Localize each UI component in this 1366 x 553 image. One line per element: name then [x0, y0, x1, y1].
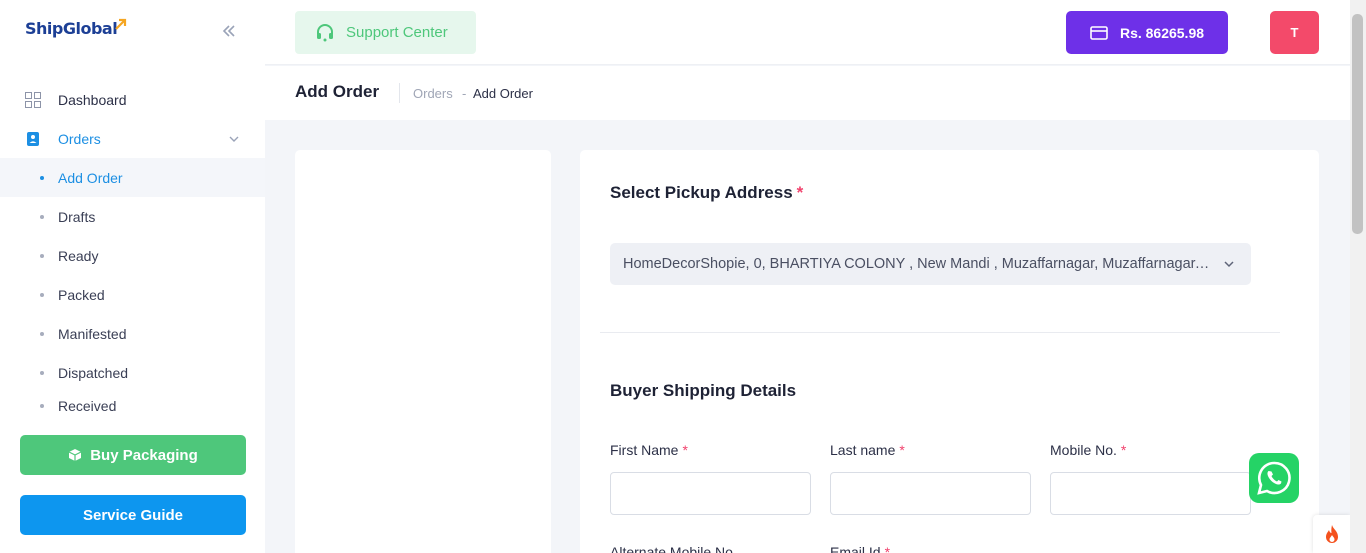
avatar-initial: T — [1290, 25, 1299, 40]
sidebar-nav: Dashboard Orders Add Order Drafts Ready … — [0, 80, 265, 412]
sidebar-subitem-label: Received — [58, 398, 117, 412]
sidebar-subitem-manifested[interactable]: Manifested — [0, 314, 265, 353]
order-form-card: Select Pickup Address * HomeDecorShopie, … — [580, 150, 1319, 553]
breadcrumb-separator: - — [462, 86, 467, 101]
sidebar-subitem-label: Dispatched — [58, 364, 129, 381]
left-panel-card — [295, 150, 551, 553]
service-guide-button[interactable]: Service Guide — [20, 495, 246, 535]
pickup-address-select[interactable]: HomeDecorShopie, 0, BHARTIYA COLONY , Ne… — [610, 243, 1251, 285]
breadcrumb-divider — [399, 83, 400, 103]
flame-icon — [1325, 525, 1338, 543]
breadcrumb-bar: Add Order Orders - Add Order — [265, 66, 1350, 120]
section-divider — [600, 332, 1280, 333]
sidebar-item-dashboard[interactable]: Dashboard — [0, 80, 265, 119]
breadcrumb-current: Add Order — [473, 86, 533, 101]
pickup-address-title-text: Select Pickup Address — [610, 183, 793, 202]
bullet-dot — [40, 370, 44, 375]
bullet-dot — [40, 214, 44, 219]
sidebar-subitem-label: Ready — [58, 247, 99, 264]
bullet-dot — [40, 253, 44, 258]
bullet-dot — [40, 331, 44, 336]
required-mark: * — [884, 544, 891, 553]
bullet-dot — [40, 292, 44, 297]
headset-icon — [317, 23, 333, 41]
required-mark: * — [1120, 442, 1127, 458]
sidebar-subitem-packed[interactable]: Packed — [0, 275, 265, 314]
grid-icon — [25, 91, 41, 108]
buy-packaging-button[interactable]: Buy Packaging — [20, 435, 246, 475]
mobile-no-label: Mobile No. * — [1050, 442, 1126, 458]
last-name-input[interactable] — [830, 472, 1031, 515]
first-name-input[interactable] — [610, 472, 811, 515]
wallet-balance-label: Rs. 86265.98 — [1119, 24, 1205, 41]
sidebar-subitem-label: Add Order — [58, 169, 123, 186]
sidebar: ShipGlobal Dashboard Orders Add Order Dr… — [0, 0, 265, 553]
box-icon — [68, 449, 82, 461]
first-name-label: First Name * — [610, 442, 688, 458]
alternate-mobile-label-text: Alternate Mobile No. — [610, 544, 737, 553]
flame-widget-button[interactable] — [1313, 515, 1350, 553]
chevron-down-icon — [229, 136, 239, 142]
whatsapp-button[interactable] — [1249, 453, 1299, 503]
last-name-label-text: Last name — [830, 442, 896, 458]
bullet-dot — [40, 404, 44, 408]
buy-packaging-label: Buy Packaging — [90, 446, 198, 464]
user-avatar[interactable]: T — [1270, 11, 1319, 54]
contact-book-icon — [25, 131, 41, 147]
required-mark: * — [682, 442, 688, 458]
sidebar-subitem-add-order[interactable]: Add Order — [0, 158, 265, 197]
mobile-no-input[interactable] — [1050, 472, 1251, 515]
topbar: Support Center Rs. 86265.98 T — [265, 0, 1350, 65]
buyer-shipping-title: Buyer Shipping Details — [610, 381, 797, 400]
double-chevron-left-icon[interactable] — [220, 22, 238, 40]
sidebar-subitem-label: Drafts — [58, 208, 96, 225]
sidebar-subitem-ready[interactable]: Ready — [0, 236, 265, 275]
pickup-address-value: HomeDecorShopie, 0, BHARTIYA COLONY , Ne… — [623, 256, 1213, 272]
support-center-button[interactable]: Support Center — [295, 11, 476, 54]
logo-arrow-icon — [115, 18, 127, 30]
email-id-label: Email Id * — [830, 544, 890, 553]
last-name-label: Last name * — [830, 442, 905, 458]
pickup-address-title: Select Pickup Address * — [610, 183, 803, 203]
sidebar-subitem-received[interactable]: Received — [0, 392, 265, 412]
sidebar-subitem-label: Packed — [58, 286, 105, 303]
sidebar-item-label: Dashboard — [58, 91, 127, 108]
email-id-label-text: Email Id — [830, 544, 881, 553]
page-scrollbar-thumb[interactable] — [1352, 14, 1363, 234]
breadcrumb-orders-link[interactable]: Orders — [413, 86, 453, 101]
shipglobal-logo[interactable]: ShipGlobal — [25, 18, 127, 38]
page-title: Add Order — [295, 82, 380, 101]
sidebar-item-orders[interactable]: Orders — [0, 119, 265, 158]
service-guide-label: Service Guide — [82, 506, 184, 524]
sidebar-item-label: Orders — [58, 130, 101, 147]
alternate-mobile-label: Alternate Mobile No. — [610, 544, 737, 553]
sidebar-subitem-drafts[interactable]: Drafts — [0, 197, 265, 236]
sidebar-subitem-label: Manifested — [58, 325, 127, 342]
first-name-label-text: First Name — [610, 442, 679, 458]
sidebar-subitem-dispatched[interactable]: Dispatched — [0, 353, 265, 392]
chevron-down-icon — [1224, 261, 1234, 268]
bullet-dot — [40, 175, 44, 180]
wallet-icon — [1090, 25, 1108, 40]
mobile-no-label-text: Mobile No. — [1050, 442, 1117, 458]
whatsapp-icon — [1257, 461, 1291, 495]
required-mark: * — [899, 442, 905, 458]
required-mark: * — [796, 183, 804, 202]
support-center-label: Support Center — [346, 24, 448, 41]
logo-text: ShipGlobal — [25, 19, 118, 38]
wallet-balance-button[interactable]: Rs. 86265.98 — [1066, 11, 1228, 54]
